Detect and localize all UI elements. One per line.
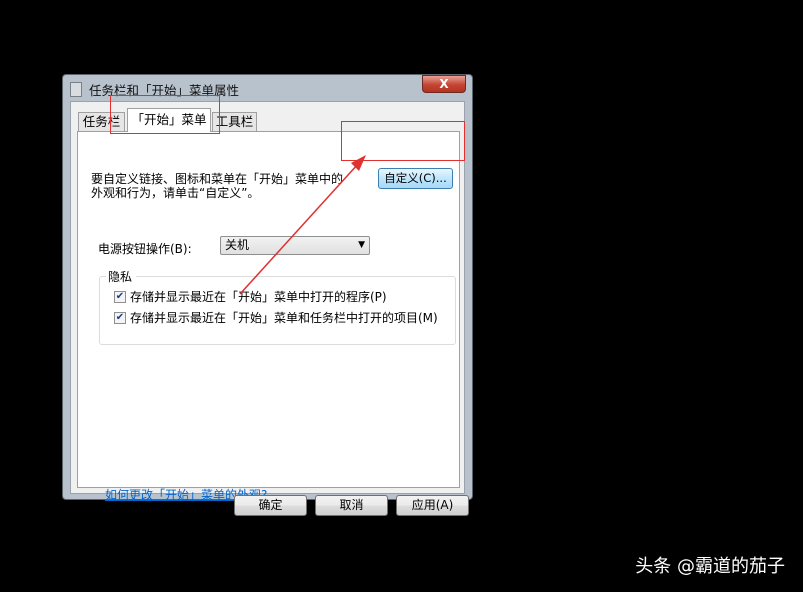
- power-button-value: 关机: [225, 238, 250, 252]
- app-icon: [70, 82, 82, 97]
- power-button-select[interactable]: 关机 ▼: [220, 236, 370, 255]
- close-button[interactable]: X: [422, 75, 466, 93]
- annotation-button-highlight: [341, 121, 465, 161]
- recent-items-label: 存储并显示最近在「开始」菜单和任务栏中打开的项目(M): [130, 311, 438, 325]
- recent-programs-label: 存储并显示最近在「开始」菜单中打开的程序(P): [130, 290, 387, 304]
- tab-panel: 要自定义链接、图标和菜单在「开始」菜单中的外观和行为，请单击“自定义”。 自定义…: [77, 131, 460, 502]
- customize-button[interactable]: 自定义(C)...: [378, 168, 453, 189]
- ok-button[interactable]: 确定: [234, 495, 307, 516]
- watermark: 头条 @霸道的茄子: [635, 556, 785, 577]
- recent-programs-checkbox[interactable]: ✔: [114, 291, 126, 303]
- tab-start-menu[interactable]: 「开始」菜单: [127, 108, 211, 132]
- dropdown-arrow-icon: ▼: [358, 240, 365, 250]
- power-button-label: 电源按钮操作(B):: [98, 242, 192, 256]
- cancel-button[interactable]: 取消: [315, 495, 388, 516]
- description-text: 要自定义链接、图标和菜单在「开始」菜单中的外观和行为，请单击“自定义”。: [91, 172, 344, 200]
- apply-button[interactable]: 应用(A): [396, 495, 469, 516]
- privacy-title: 隐私: [106, 268, 137, 285]
- recent-items-checkbox[interactable]: ✔: [114, 312, 126, 324]
